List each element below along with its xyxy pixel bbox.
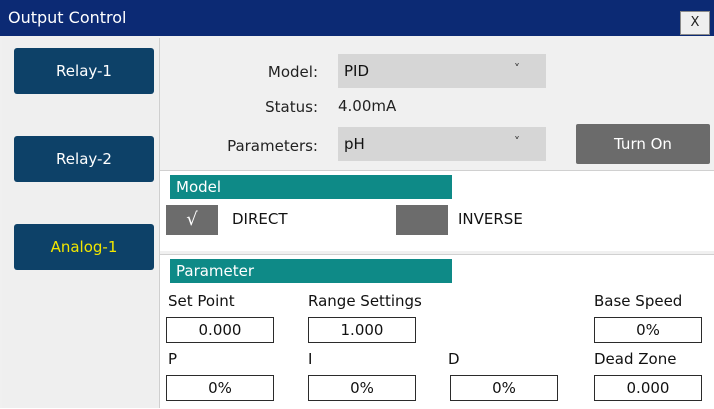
p-label: P [168, 350, 178, 368]
chevron-down-icon: ˅ [514, 62, 520, 76]
direct-option-box[interactable]: √ [166, 205, 218, 235]
base-speed-label: Base Speed [594, 292, 683, 310]
d-input[interactable]: 0% [450, 375, 558, 401]
i-input[interactable]: 0% [308, 375, 416, 401]
nav-relay-1-button[interactable]: Relay-1 [14, 48, 154, 94]
status-label: Status: [265, 98, 318, 116]
output-control-window: Output Control X Relay-1 Relay-2 Analog-… [0, 0, 714, 409]
dead-zone-input[interactable]: 0.000 [594, 375, 702, 401]
range-settings-label: Range Settings [308, 292, 422, 310]
window-title: Output Control [8, 8, 127, 27]
i-label: I [308, 350, 313, 368]
turn-on-button[interactable]: Turn On [576, 124, 710, 164]
parameter-section: Parameter Set Point Range Settings Base … [160, 254, 714, 409]
model-section: Model √ DIRECT INVERSE [160, 170, 714, 251]
nav-analog-1-button[interactable]: Analog-1 [14, 224, 154, 270]
status-value: 4.00mA [338, 97, 397, 115]
model-section-header: Model [170, 175, 452, 199]
p-input[interactable]: 0% [166, 375, 274, 401]
set-point-input[interactable]: 0.000 [166, 317, 274, 343]
inverse-option-box[interactable] [396, 205, 448, 235]
close-icon: X [690, 15, 700, 30]
model-dropdown[interactable]: PID ˅ [338, 54, 546, 88]
parameters-dropdown[interactable]: pH ˅ [338, 127, 546, 161]
inverse-option-label: INVERSE [458, 210, 523, 228]
parameters-label: Parameters: [227, 137, 318, 155]
d-label: D [448, 350, 460, 368]
model-dropdown-value: PID [344, 62, 370, 80]
direct-option-label: DIRECT [232, 210, 288, 228]
base-speed-input[interactable]: 0% [594, 317, 702, 343]
dead-zone-label: Dead Zone [594, 350, 677, 368]
check-icon: √ [186, 209, 198, 230]
sidebar: Relay-1 Relay-2 Analog-1 [2, 38, 158, 408]
range-settings-input[interactable]: 1.000 [308, 317, 416, 343]
parameters-dropdown-value: pH [344, 135, 365, 153]
model-label: Model: [267, 63, 318, 81]
nav-relay-2-button[interactable]: Relay-2 [14, 136, 154, 182]
chevron-down-icon: ˅ [514, 135, 520, 149]
set-point-label: Set Point [168, 292, 235, 310]
close-button[interactable]: X [680, 11, 710, 35]
title-bar: Output Control X [0, 0, 714, 36]
parameter-section-header: Parameter [170, 259, 452, 283]
